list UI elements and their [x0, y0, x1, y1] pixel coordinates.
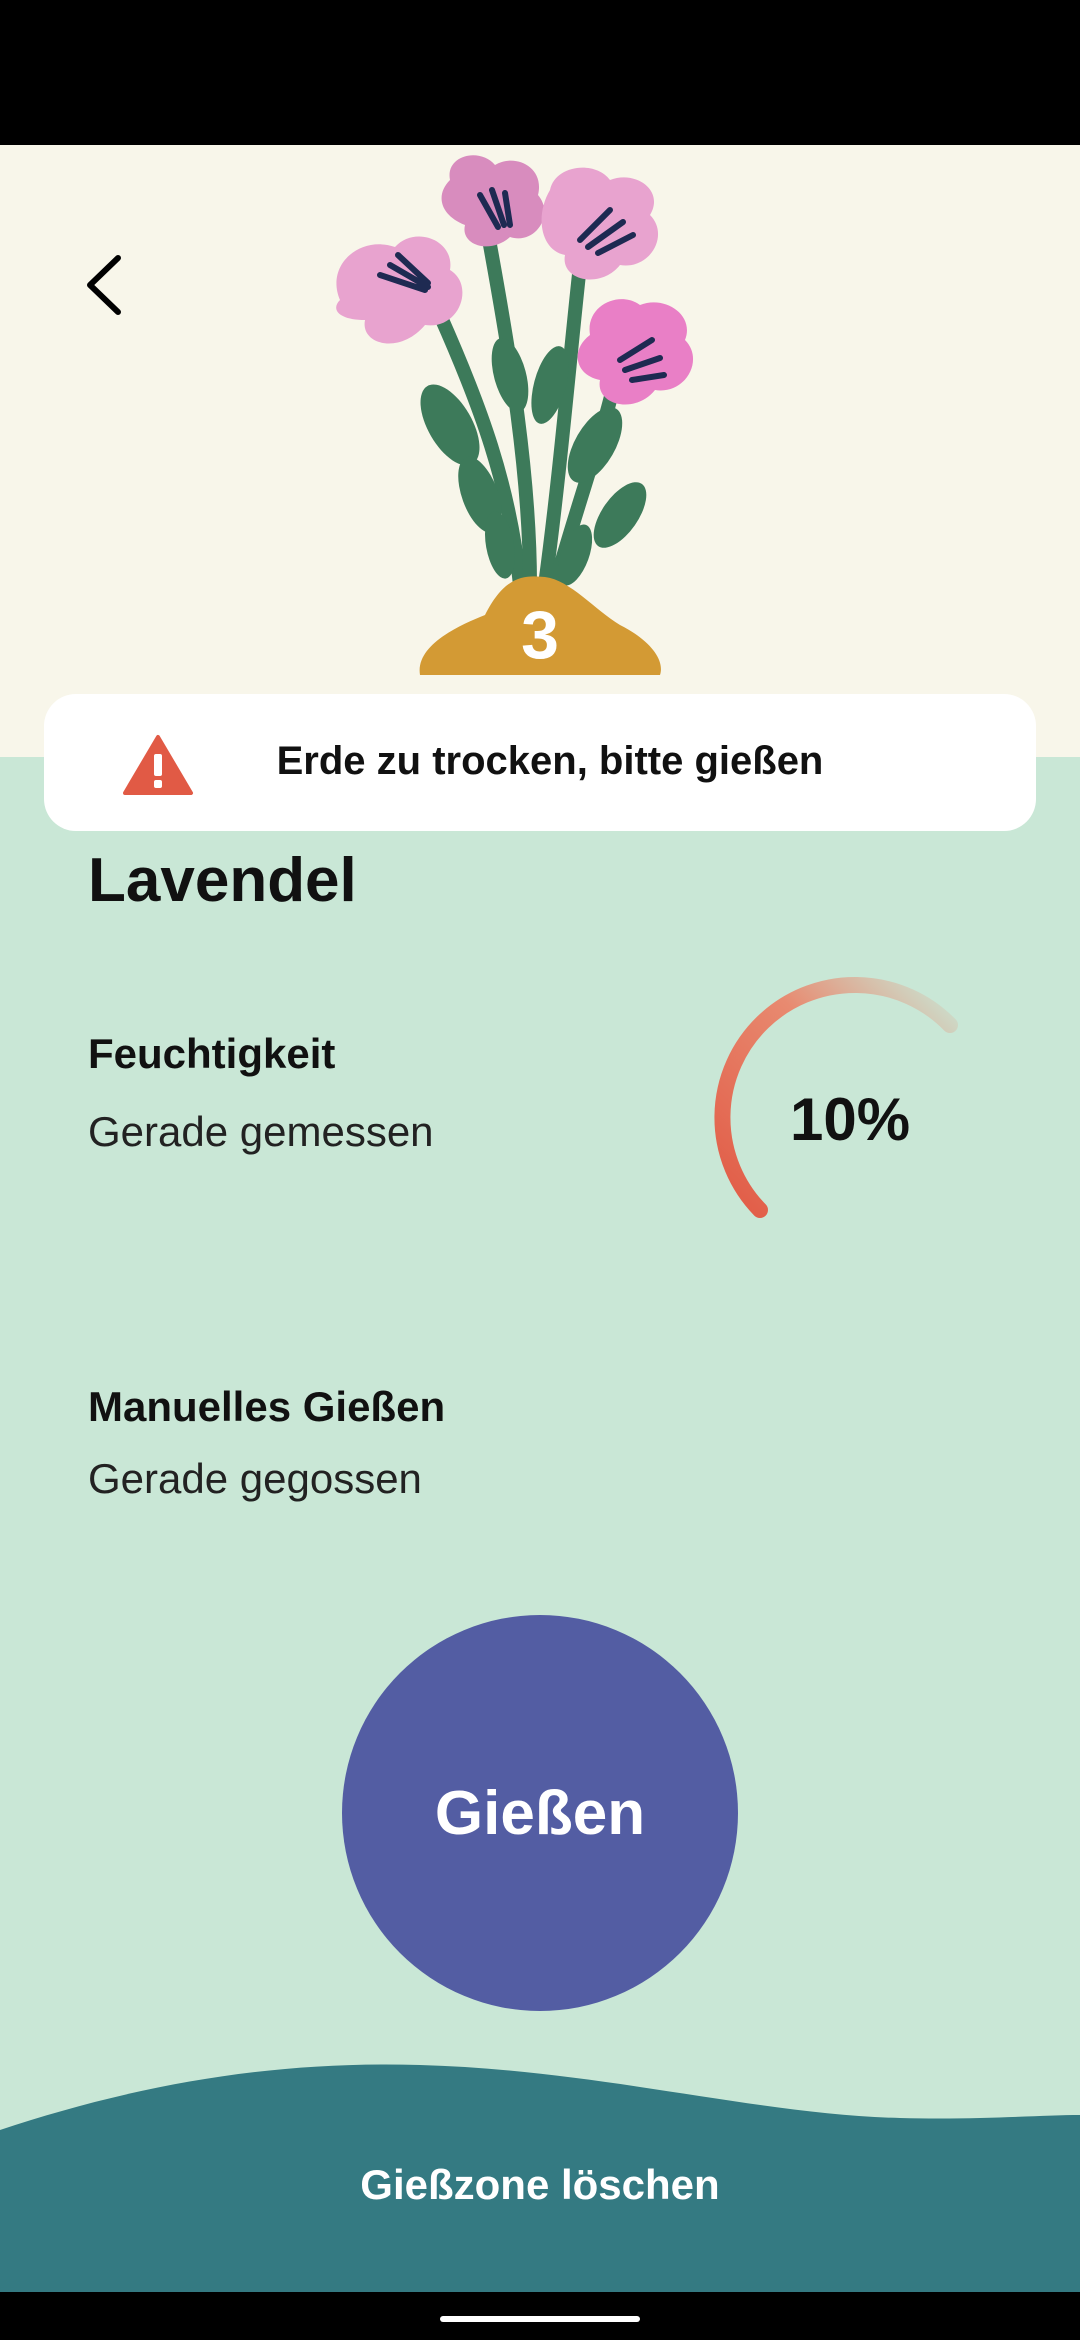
- delete-zone-button[interactable]: Gießzone löschen: [240, 2150, 840, 2220]
- alert-message: Erde zu trocken, bitte gießen: [276, 739, 824, 783]
- home-gesture-handle[interactable]: [440, 2316, 640, 2322]
- chevron-left-icon: [87, 255, 121, 315]
- dry-soil-alert: Erde zu trocken, bitte gießen: [44, 694, 1036, 831]
- moisture-label: Feuchtigkeit: [88, 1030, 336, 1077]
- moisture-subtitle: Gerade gemessen: [88, 1108, 434, 1155]
- moisture-value: 10%: [789, 1086, 911, 1153]
- water-button[interactable]: Gießen: [342, 1615, 738, 2011]
- zone-number: 3: [521, 597, 559, 673]
- status-bar: [0, 0, 1080, 145]
- flower-bouquet-illustration: 3: [336, 155, 694, 675]
- manual-watering-subtitle: Gerade gegossen: [88, 1455, 422, 1502]
- manual-watering-label: Manuelles Gießen: [88, 1383, 446, 1430]
- plant-name: Lavendel: [88, 846, 357, 915]
- back-button[interactable]: [70, 250, 140, 320]
